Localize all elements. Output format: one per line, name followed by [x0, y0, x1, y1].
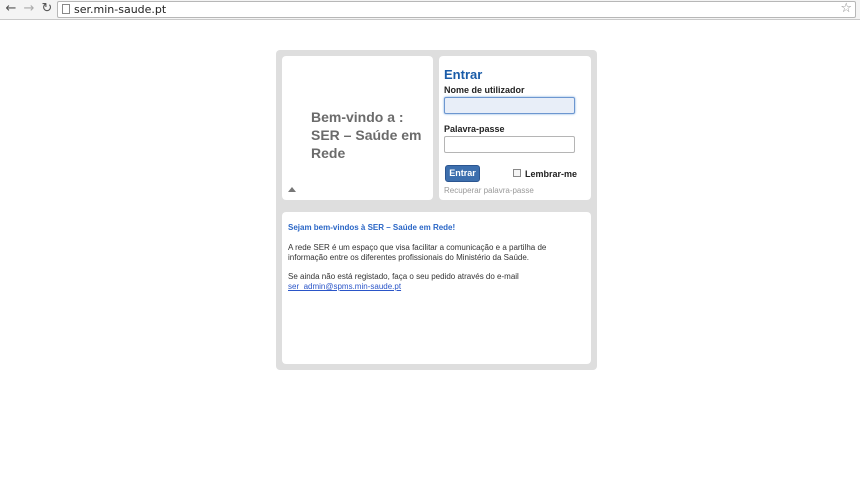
info-paragraph: A rede SER é um espaço que visa facilita…	[288, 243, 547, 262]
recover-password-link[interactable]: Recuperar palavra-passe	[444, 186, 534, 195]
url-text[interactable]: ser.min-saude.pt	[74, 3, 166, 16]
forward-arrow-icon[interactable]: →	[21, 1, 37, 17]
login-button[interactable]: Entrar	[445, 165, 480, 182]
info-panel: Sejam bem-vindos à SER – Saúde em Rede! …	[282, 212, 591, 364]
welcome-text: Bem-vindo a : SER – Saúde em Rede	[311, 109, 422, 161]
address-bar[interactable]: ser.min-saude.pt ☆	[57, 1, 856, 18]
username-label: Nome de utilizador	[444, 85, 525, 95]
collapse-arrow-icon[interactable]	[288, 187, 296, 192]
username-input[interactable]	[444, 97, 575, 114]
reload-icon[interactable]: ↻	[39, 1, 55, 17]
welcome-panel: Bem-vindo a : SER – Saúde em Rede	[282, 56, 433, 200]
login-title: Entrar	[444, 67, 483, 82]
back-arrow-icon[interactable]: ←	[3, 1, 19, 17]
login-form: Entrar Nome de utilizador Palavra-passe …	[439, 56, 591, 200]
bookmark-star-icon[interactable]: ☆	[840, 1, 852, 16]
info-heading: Sejam bem-vindos à SER – Saúde em Rede!	[288, 223, 456, 232]
page-icon	[62, 4, 70, 14]
registration-paragraph: Se ainda não está registado, faça o seu …	[288, 272, 588, 292]
password-input[interactable]	[444, 136, 575, 153]
remember-me-label[interactable]: Lembrar-me	[525, 169, 577, 179]
admin-email-link[interactable]: ser_admin@spms.min-saude.pt	[288, 282, 401, 291]
browser-toolbar: ← → ↻ ser.min-saude.pt ☆	[0, 0, 860, 20]
remember-me-checkbox[interactable]	[513, 169, 521, 177]
registration-text: Se ainda não está registado, faça o seu …	[288, 272, 519, 281]
login-frame: Bem-vindo a : SER – Saúde em Rede Entrar…	[276, 50, 597, 370]
password-label: Palavra-passe	[444, 124, 505, 134]
